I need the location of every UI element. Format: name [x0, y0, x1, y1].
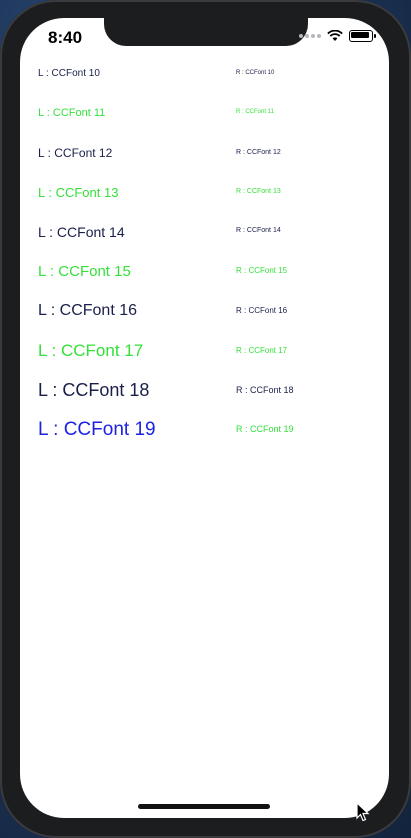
right-font-label: R : CCFont 14: [236, 227, 281, 234]
left-font-label: L : CCFont 13: [38, 185, 119, 200]
right-font-label: R : CCFont 10: [236, 70, 275, 76]
left-font-label: L : CCFont 10: [38, 68, 100, 79]
list-item: L : CCFont 13 R : CCFont 13: [20, 173, 389, 209]
right-font-label: R : CCFont 13: [236, 188, 281, 195]
app-screen: 8:40 L : CCFont 10 R : CCFont 10 L : CCF…: [20, 18, 389, 818]
right-font-label: R : CCFont 12: [236, 149, 281, 156]
right-font-label: R : CCFont 19: [236, 424, 294, 434]
list-item: L : CCFont 19 R : CCFont 19: [20, 407, 389, 443]
left-font-label: L : CCFont 11: [38, 107, 106, 119]
right-font-label: R : CCFont 11: [236, 109, 274, 115]
left-font-label: L : CCFont 18: [38, 380, 150, 400]
left-font-label: L : CCFont 19: [38, 419, 156, 440]
left-font-label: L : CCFont 14: [38, 224, 125, 240]
iphone-frame: 8:40 L : CCFont 10 R : CCFont 10 L : CCF…: [0, 0, 411, 838]
home-indicator[interactable]: [138, 804, 270, 809]
right-font-label: R : CCFont 18: [236, 385, 294, 395]
list-item: L : CCFont 17 R : CCFont 17: [20, 329, 389, 365]
right-font-label: R : CCFont 16: [236, 306, 288, 315]
list-item: L : CCFont 12 R : CCFont 12: [20, 134, 389, 170]
list-item: L : CCFont 15 R : CCFont 15: [20, 251, 389, 287]
list-item: L : CCFont 16 R : CCFont 16: [20, 290, 389, 326]
left-font-label: L : CCFont 16: [38, 302, 138, 319]
list-item: L : CCFont 10 R : CCFont 10: [20, 56, 389, 92]
mouse-cursor-icon: [356, 802, 370, 822]
font-sample-list: L : CCFont 10 R : CCFont 10 L : CCFont 1…: [20, 18, 389, 818]
left-font-label: L : CCFont 12: [38, 146, 113, 160]
left-font-label: L : CCFont 15: [38, 263, 131, 280]
right-font-label: R : CCFont 15: [236, 266, 288, 275]
right-font-label: R : CCFont 17: [236, 346, 288, 355]
list-item: L : CCFont 11 R : CCFont 11: [20, 95, 389, 131]
left-font-label: L : CCFont 17: [38, 341, 144, 360]
list-item: L : CCFont 14 R : CCFont 14: [20, 212, 389, 248]
list-item: L : CCFont 18 R : CCFont 18: [20, 368, 389, 404]
